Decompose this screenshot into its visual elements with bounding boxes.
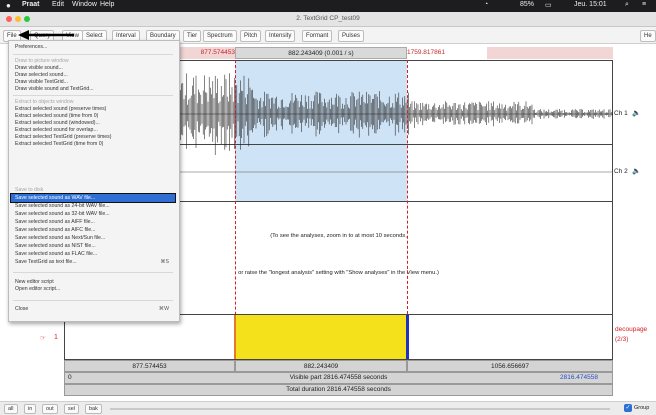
tier-number: 1 — [54, 334, 58, 341]
wifi-icon[interactable]: ◔ — [484, 1, 488, 8]
toolbar-pulses[interactable]: Pulses — [338, 30, 365, 42]
interval-boundary[interactable] — [234, 315, 236, 359]
window-end-time[interactable]: 1056.656697 — [407, 360, 613, 372]
file-menu-item: Save to disk — [15, 187, 44, 193]
apple-icon[interactable]: ● — [6, 1, 11, 10]
file-menu-item[interactable]: Save selected sound as 24-bit WAV file..… — [15, 203, 110, 209]
selection-time[interactable]: 882.243409 — [235, 360, 407, 372]
zoom-in-button[interactable]: in — [24, 404, 37, 414]
menu-separator — [13, 272, 173, 273]
selection-end-line[interactable] — [407, 60, 408, 314]
file-menu-item[interactable]: Draw visible TextGrid... — [15, 79, 68, 85]
interval-boundary[interactable] — [406, 315, 409, 359]
zoom-out-button[interactable]: out — [42, 404, 58, 414]
file-menu-item[interactable]: Save TextGrid as text file... — [15, 259, 77, 265]
control-center-icon[interactable]: ≡ — [642, 1, 646, 8]
file-menu-item: Extract to objects window — [15, 99, 74, 105]
toolbar-spectrum[interactable]: Spectrum — [203, 30, 237, 42]
tier-pointer-icon: ☞ — [40, 335, 46, 342]
toolbar-tier[interactable]: Tier — [183, 30, 202, 42]
zoom-all-button[interactable]: all — [4, 404, 18, 414]
speaker-icon[interactable]: 🔈 — [632, 109, 641, 117]
battery-status[interactable]: 85% — [520, 1, 534, 8]
file-menu-item: Draw to picture window — [15, 58, 69, 64]
menu-separator — [13, 300, 173, 301]
toolbar-formant[interactable]: Formant — [302, 30, 333, 42]
zoom-back-button[interactable]: bak — [85, 404, 102, 414]
file-menu-item[interactable]: Draw visible sound and TextGrid... — [15, 86, 94, 92]
end-time-label: 1759.817861 — [407, 49, 445, 56]
file-menu-item[interactable]: Extract selected sound (windowed)... — [15, 120, 100, 126]
file-menu-item[interactable]: Save selected sound as AIFC file... — [15, 227, 95, 233]
speaker-icon[interactable]: 🔈 — [632, 167, 641, 175]
channel-1-label: Ch 1 — [614, 110, 628, 117]
file-menu-item[interactable]: Draw selected sound... — [15, 72, 68, 78]
window-start-time[interactable]: 877.574453 — [64, 360, 235, 372]
file-menu-item[interactable]: Save selected sound as 32-bit WAV file..… — [15, 211, 110, 217]
toolbar-pitch[interactable]: Pitch — [240, 30, 262, 42]
clock[interactable]: Jeu. 15:01 — [574, 1, 607, 8]
group-checkbox[interactable]: ✓ — [624, 404, 632, 412]
bottom-zoom-bar: all in out sel bak ✓ Group — [0, 401, 656, 415]
menu-shortcut: ⌘S — [160, 259, 169, 265]
visible-part-label: Visible part 2816.474558 seconds — [289, 374, 388, 381]
file-menu-item[interactable]: Extract selected TextGrid (time from 0) — [15, 141, 103, 147]
file-menu-item[interactable]: Save selected sound as FLAC file... — [15, 251, 97, 257]
file-dropdown-menu: Preferences... Draw to picture window Draw… — [8, 40, 180, 322]
toolbar-help[interactable]: He — [640, 30, 656, 42]
zoom-selection-button[interactable]: sel — [64, 404, 80, 414]
file-menu-item[interactable]: Draw visible sound... — [15, 65, 63, 71]
file-menu-item[interactable]: Extract selected sound (preserve times) — [15, 106, 106, 112]
menu-separator — [13, 95, 173, 96]
search-icon[interactable]: ⌕ — [625, 1, 629, 9]
file-menu-item[interactable]: Close — [15, 306, 28, 312]
file-menu-item[interactable]: Extract selected TextGrid (preserve time… — [15, 134, 111, 140]
menu-edit[interactable]: Edit — [52, 1, 64, 8]
group-label: Group — [634, 405, 650, 411]
channel-2-label: Ch 2 — [614, 168, 628, 175]
annotation-arrow-icon — [18, 30, 74, 40]
menu-window[interactable]: Window — [72, 1, 97, 8]
toolbar-intensity[interactable]: Intensity — [265, 30, 296, 42]
file-menu-item[interactable]: Save selected sound as NIST file... — [15, 243, 96, 249]
macos-menubar: ● Praat Edit Window Help ◔ 85% ▭ Jeu. 15… — [0, 0, 656, 12]
file-menu-item[interactable]: Open editor script... — [15, 286, 60, 292]
right-time-area — [487, 47, 613, 59]
horizontal-scrollbar[interactable] — [110, 408, 610, 410]
file-menu-item[interactable]: Save selected sound as WAV file... — [15, 195, 95, 201]
total-duration-label: Total duration 2816.474558 seconds — [286, 386, 391, 393]
visible-end: 2816.474558 — [560, 374, 598, 381]
selected-interval[interactable] — [236, 315, 406, 359]
app-menu-praat[interactable]: Praat — [22, 1, 40, 8]
battery-icon: ▭ — [545, 2, 552, 9]
tier-name[interactable]: decoupage — [615, 326, 647, 333]
file-menu-item[interactable]: New editor script — [15, 279, 54, 285]
tier-count: (2/3) — [615, 336, 629, 343]
file-menu-item[interactable]: Save selected sound as AIFF file... — [15, 219, 95, 225]
menu-shortcut: ⌘W — [158, 306, 169, 312]
menu-help[interactable]: Help — [100, 1, 114, 8]
file-menu-item[interactable]: Extract selected sound (time from 0) — [15, 113, 98, 119]
file-menu-item[interactable]: Extract selected sound for overlap... — [15, 127, 98, 133]
window-titlebar: 2. TextGrid CP_test09 — [0, 12, 656, 27]
menu-separator — [13, 54, 173, 55]
selection-duration-label[interactable]: 882.243409 (0.001 / s) — [235, 47, 407, 59]
file-menu-item[interactable]: Preferences... — [15, 44, 47, 50]
window-title: 2. TextGrid CP_test09 — [296, 15, 360, 22]
file-menu-item[interactable]: Save selected sound as Next/Sun file... — [15, 235, 105, 241]
